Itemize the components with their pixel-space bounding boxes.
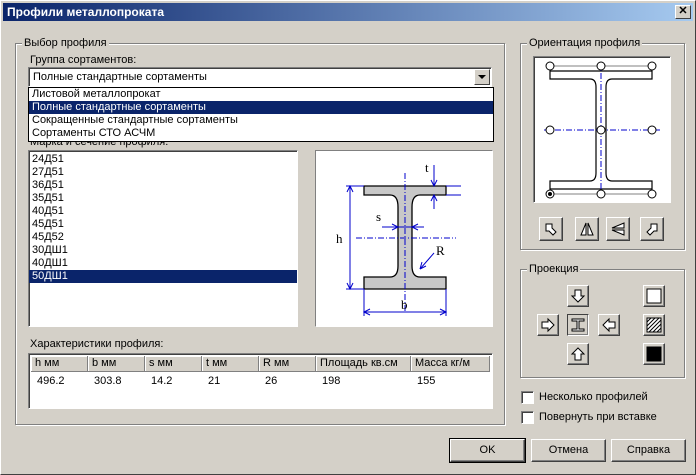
table-cell: 14.2 — [151, 375, 173, 387]
outline-square-icon — [646, 288, 662, 304]
section-list[interactable]: 24Д51 27Д51 36Д51 35Д51 40Д51 45Д51 45Д5… — [28, 150, 298, 327]
dialog-window: Профили металлопроката ✕ Выбор профиля Г… — [0, 0, 696, 475]
assortment-value: Полные стандартные сортаменты — [33, 71, 207, 83]
arrow-up-icon — [570, 347, 586, 361]
table-cell: 198 — [322, 375, 341, 387]
ok-button[interactable]: OK — [449, 438, 526, 463]
multiple-profiles-label: Несколько профилей — [539, 391, 648, 403]
hatched-square-icon — [646, 317, 662, 333]
mirror-horizontal-button[interactable] — [606, 217, 630, 241]
rotate-right-button[interactable] — [640, 217, 664, 241]
dropdown-option[interactable]: Сокращенные стандартные сортаменты — [29, 114, 493, 127]
orientation-group-title: Ориентация профиля — [527, 37, 643, 49]
rotate-left-icon — [545, 223, 557, 236]
dim-s: s — [376, 209, 381, 224]
i-beam-icon — [571, 318, 585, 332]
arrow-right-icon — [541, 317, 555, 333]
anchor-point[interactable] — [545, 61, 555, 71]
dim-R: R — [436, 243, 445, 258]
mirror-vertical-button[interactable] — [575, 217, 599, 241]
list-item-selected[interactable]: 50ДШ1 — [29, 270, 297, 283]
orientation-picker[interactable] — [533, 56, 671, 203]
arrow-left-icon — [602, 317, 616, 333]
anchor-point[interactable] — [647, 61, 657, 71]
dim-t: t — [425, 160, 429, 175]
dim-b: b — [401, 297, 408, 312]
orientation-diagram — [544, 61, 660, 199]
column-header[interactable]: s мм — [145, 356, 202, 372]
characteristics-label: Характеристики профиля: — [30, 338, 164, 350]
table-cell: 21 — [208, 375, 221, 387]
rotate-right-icon — [646, 223, 658, 236]
table-cell: 26 — [265, 375, 278, 387]
arrow-down-icon — [570, 289, 586, 303]
multiple-profiles-checkbox[interactable] — [521, 391, 534, 404]
list-item[interactable]: 45Д51 — [29, 218, 297, 231]
view-right-button[interactable] — [598, 314, 620, 336]
column-header[interactable]: t мм — [202, 356, 259, 372]
style-hatch-button[interactable] — [643, 314, 665, 336]
style-outline-button[interactable] — [643, 285, 665, 307]
table-cell: 303.8 — [94, 375, 122, 387]
list-item[interactable]: 24Д51 — [29, 153, 297, 166]
window-title: Профили металлопроката — [7, 5, 164, 19]
rotate-on-insert-label: Повернуть при вставке — [539, 411, 657, 423]
assortment-select[interactable]: Полные стандартные сортаменты — [28, 67, 492, 87]
characteristics-table: h мм b мм s мм t мм R мм Площадь кв.см М… — [28, 353, 493, 409]
list-item[interactable]: 36Д51 — [29, 179, 297, 192]
anchor-point[interactable] — [647, 125, 657, 135]
anchor-point[interactable] — [596, 125, 606, 135]
cancel-button[interactable]: Отмена — [531, 439, 606, 462]
anchor-dot-icon — [548, 192, 552, 196]
assortment-dropdown: Листовой металлопрокат Полные стандартны… — [28, 87, 494, 142]
projection-group-title: Проекция — [527, 263, 581, 275]
column-header[interactable]: Масса кг/м — [411, 356, 490, 372]
list-item[interactable]: 30ДШ1 — [29, 244, 297, 257]
view-front-button[interactable] — [567, 314, 589, 336]
list-item[interactable]: 35Д51 — [29, 192, 297, 205]
list-item[interactable]: 27Д51 — [29, 166, 297, 179]
assortment-label: Группа сортаментов: — [30, 54, 137, 66]
profile-drawing: t s h R b — [315, 150, 493, 327]
table-cell: 155 — [417, 375, 436, 387]
style-fill-button[interactable] — [643, 343, 665, 365]
help-button[interactable]: Справка — [611, 439, 686, 462]
column-header[interactable]: Площадь кв.см — [316, 356, 411, 372]
column-header[interactable]: b мм — [88, 356, 145, 372]
list-item[interactable]: 40ДШ1 — [29, 257, 297, 270]
anchor-point[interactable] — [545, 125, 555, 135]
dropdown-option[interactable]: Листовой металлопрокат — [29, 88, 493, 101]
anchor-point[interactable] — [647, 189, 657, 199]
chevron-down-icon[interactable] — [474, 69, 490, 85]
i-beam-drawing: t s h R b — [336, 160, 461, 316]
view-left-button[interactable] — [537, 314, 559, 336]
rotate-left-button[interactable] — [539, 217, 563, 241]
anchor-point[interactable] — [596, 189, 606, 199]
column-header[interactable]: h мм — [31, 356, 88, 372]
list-item[interactable]: 40Д51 — [29, 205, 297, 218]
filled-square-icon — [646, 346, 662, 362]
mirror-horizontal-icon — [611, 222, 625, 236]
dim-h: h — [336, 231, 343, 246]
view-top-button[interactable] — [567, 285, 589, 307]
column-header[interactable]: R мм — [259, 356, 316, 372]
list-item[interactable]: 45Д52 — [29, 231, 297, 244]
dropdown-option[interactable]: Сортаменты СТО АСЧМ — [29, 127, 493, 140]
anchor-point[interactable] — [596, 61, 606, 71]
profile-group-title: Выбор профиля — [22, 37, 109, 49]
dropdown-option[interactable]: Полные стандартные сортаменты — [29, 101, 493, 114]
mirror-vertical-icon — [580, 222, 594, 236]
rotate-on-insert-checkbox[interactable] — [521, 411, 534, 424]
close-button[interactable]: ✕ — [675, 5, 691, 19]
view-bottom-button[interactable] — [567, 343, 589, 365]
title-bar: Профили металлопроката ✕ — [3, 3, 693, 21]
table-cell: 496.2 — [37, 375, 65, 387]
